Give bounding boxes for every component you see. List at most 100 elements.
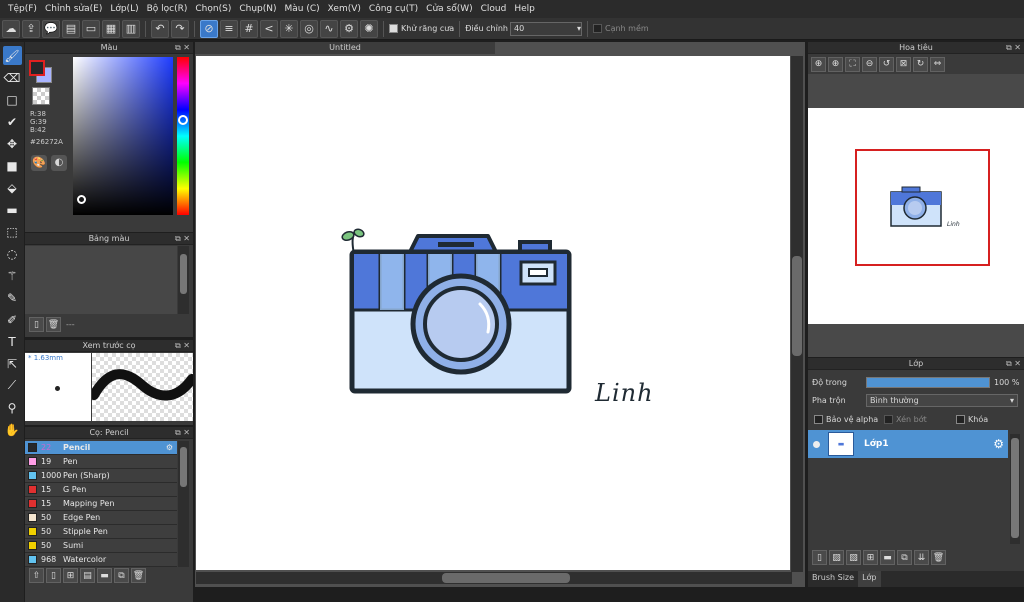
new-layer-icon[interactable]: ▯ bbox=[812, 550, 827, 565]
adjust-select[interactable]: 40 ▾ bbox=[509, 21, 582, 36]
saturation-value-picker[interactable] bbox=[73, 57, 173, 215]
vanishing-point-icon[interactable]: < bbox=[260, 19, 278, 38]
add-brush-icon[interactable]: ⊞ bbox=[63, 568, 78, 583]
redo-icon[interactable]: ↷ bbox=[171, 19, 189, 38]
brush-folder-icon[interactable]: ▬ bbox=[97, 568, 112, 583]
hue-slider[interactable] bbox=[177, 57, 189, 215]
color-history-icon[interactable]: ◐ bbox=[51, 155, 67, 171]
brush-list-item[interactable]: 15 Mapping Pen bbox=[25, 497, 177, 511]
palette-swatch-area[interactable] bbox=[25, 246, 177, 314]
eyedropper-tool-icon[interactable]: ⚲ bbox=[3, 398, 22, 417]
snap-options-icon[interactable]: ✺ bbox=[360, 19, 378, 38]
merge-layer-icon[interactable]: ⇊ bbox=[914, 550, 929, 565]
sv-cursor[interactable] bbox=[77, 195, 86, 204]
settings-snap-icon[interactable]: ⚙ bbox=[340, 19, 358, 38]
panel-float-close-icon[interactable]: ⧉ ✕ bbox=[175, 233, 190, 245]
blend-mode-select[interactable]: Bình thường ▾ bbox=[866, 394, 1018, 407]
panel-float-close-icon[interactable]: ⧉ ✕ bbox=[175, 340, 190, 352]
antialias-checkbox[interactable]: Khử răng cưa bbox=[389, 24, 454, 33]
palette-wheel-icon[interactable]: 🎨 bbox=[31, 155, 47, 171]
foreground-color-swatch[interactable] bbox=[29, 60, 45, 76]
zoom-out-icon[interactable]: ⊖ bbox=[862, 56, 877, 72]
new-8bit-layer-icon[interactable]: ▧ bbox=[846, 550, 861, 565]
menu-layer[interactable]: Lớp(L) bbox=[106, 4, 142, 14]
new-brush-icon[interactable]: ▯ bbox=[46, 568, 61, 583]
panel-layout-icon[interactable]: ▥ bbox=[122, 19, 140, 38]
hand-tool-icon[interactable]: ✋ bbox=[3, 420, 22, 439]
menu-filter[interactable]: Bộ lọc(R) bbox=[143, 4, 192, 14]
brush-scrollbar[interactable] bbox=[178, 441, 189, 567]
layer-scrollbar[interactable] bbox=[1010, 434, 1020, 544]
fill-rect-icon[interactable]: ■ bbox=[3, 156, 22, 175]
no-snap-icon[interactable]: ⊘ bbox=[200, 19, 218, 38]
brush-list-item[interactable]: 19 Pen bbox=[25, 455, 177, 469]
delete-palette-icon[interactable]: 🗑 bbox=[46, 317, 61, 332]
layer-folder-icon[interactable]: ▬ bbox=[880, 550, 895, 565]
menu-color[interactable]: Màu (C) bbox=[281, 4, 324, 14]
layer-settings-gear-icon[interactable]: ⚙ bbox=[993, 437, 1004, 451]
flip-icon[interactable]: ⇔ bbox=[930, 56, 945, 72]
comment-icon[interactable]: ▤ bbox=[62, 19, 80, 38]
menu-capture[interactable]: Chụp(N) bbox=[235, 4, 280, 14]
menu-cloud[interactable]: Cloud bbox=[477, 4, 511, 14]
brush-list-item[interactable]: 50 Sumi bbox=[25, 539, 177, 553]
new-halftone-layer-icon[interactable]: ▨ bbox=[829, 550, 844, 565]
clipping-checkbox[interactable]: Xén bớt bbox=[884, 415, 927, 424]
brush-list-item[interactable]: 22 Pencil ⚙ bbox=[25, 441, 177, 455]
zoom-in-alt-icon[interactable]: ⊕ bbox=[828, 56, 843, 72]
circle-snap-icon[interactable]: ◎ bbox=[300, 19, 318, 38]
document-icon[interactable]: ▭ bbox=[82, 19, 100, 38]
lock-checkbox[interactable]: Khóa bbox=[956, 415, 988, 424]
move-tool-icon[interactable]: ✥ bbox=[3, 134, 22, 153]
drawing-canvas[interactable]: Linh bbox=[196, 56, 790, 570]
transparent-color-swatch[interactable] bbox=[32, 87, 50, 105]
tab-brush-size[interactable]: Brush Size bbox=[808, 571, 858, 587]
lasso-tool-icon[interactable]: ◌ bbox=[3, 244, 22, 263]
panel-float-close-icon[interactable]: ⧉ ✕ bbox=[175, 42, 190, 54]
upload-brush-icon[interactable]: ⇧ bbox=[29, 568, 44, 583]
copy-brush-icon[interactable]: ⧉ bbox=[114, 568, 129, 583]
menu-file[interactable]: Tệp(F) bbox=[4, 4, 41, 14]
cross-snap-icon[interactable]: # bbox=[240, 19, 258, 38]
correction-pen-icon[interactable]: ✔ bbox=[3, 112, 22, 131]
menu-edit[interactable]: Chỉnh sửa(E) bbox=[41, 4, 106, 14]
zoom-in-icon[interactable]: ⊕ bbox=[811, 56, 826, 72]
select-pen-icon[interactable]: ✎ bbox=[3, 288, 22, 307]
delete-layer-icon[interactable]: 🗑 bbox=[931, 550, 946, 565]
operation-tool-icon[interactable]: ⇱ bbox=[3, 354, 22, 373]
gradient-tool-icon[interactable]: ▬ bbox=[3, 200, 22, 219]
panel-float-close-icon[interactable]: ⧉ ✕ bbox=[1006, 358, 1021, 370]
brush-list-item[interactable]: 968 Watercolor bbox=[25, 553, 177, 567]
panel-float-close-icon[interactable]: ⧉ ✕ bbox=[1006, 42, 1021, 54]
cloud-icon[interactable]: ☁ bbox=[2, 19, 20, 38]
canvas-vertical-scrollbar[interactable] bbox=[791, 56, 803, 572]
shape-tool-icon[interactable]: □ bbox=[3, 90, 22, 109]
fit-view-icon[interactable]: ⛶ bbox=[845, 56, 860, 72]
hue-cursor[interactable] bbox=[178, 115, 188, 125]
protect-alpha-checkbox[interactable]: Bảo vệ alpha bbox=[814, 415, 878, 424]
rotate-right-icon[interactable]: ↻ bbox=[913, 56, 928, 72]
palette-scrollbar[interactable] bbox=[178, 246, 189, 314]
menu-select[interactable]: Chọn(S) bbox=[191, 4, 235, 14]
new-palette-icon[interactable]: ▯ bbox=[29, 317, 44, 332]
menu-window[interactable]: Cửa sổ(W) bbox=[422, 4, 476, 14]
brush-settings-icon[interactable]: ▤ bbox=[80, 568, 95, 583]
navigator-preview[interactable]: Linh bbox=[808, 108, 1024, 324]
select-eraser-icon[interactable]: ✐ bbox=[3, 310, 22, 329]
delete-brush-icon[interactable]: 🗑 bbox=[131, 568, 146, 583]
duplicate-layer-icon[interactable]: ⧉ bbox=[897, 550, 912, 565]
add-layer-menu-icon[interactable]: ⊞ bbox=[863, 550, 878, 565]
text-tool-icon[interactable]: T bbox=[3, 332, 22, 351]
brush-settings-gear-icon[interactable]: ⚙ bbox=[166, 443, 173, 452]
document-tab[interactable]: Untitled bbox=[195, 42, 495, 54]
curve-snap-icon[interactable]: ∿ bbox=[320, 19, 338, 38]
brush-list-item[interactable]: 50 Stipple Pen bbox=[25, 525, 177, 539]
parallel-snap-icon[interactable]: ≡ bbox=[220, 19, 238, 38]
grid-doc-icon[interactable]: ▦ bbox=[102, 19, 120, 38]
brush-list-item[interactable]: 15 G Pen bbox=[25, 483, 177, 497]
smooth-edge-checkbox[interactable]: Cạnh mềm bbox=[592, 24, 649, 33]
menu-help[interactable]: Help bbox=[510, 4, 539, 14]
undo-icon[interactable]: ↶ bbox=[151, 19, 169, 38]
reset-view-icon[interactable]: ⊠ bbox=[896, 56, 911, 72]
select-rect-icon[interactable]: ⬚ bbox=[3, 222, 22, 241]
